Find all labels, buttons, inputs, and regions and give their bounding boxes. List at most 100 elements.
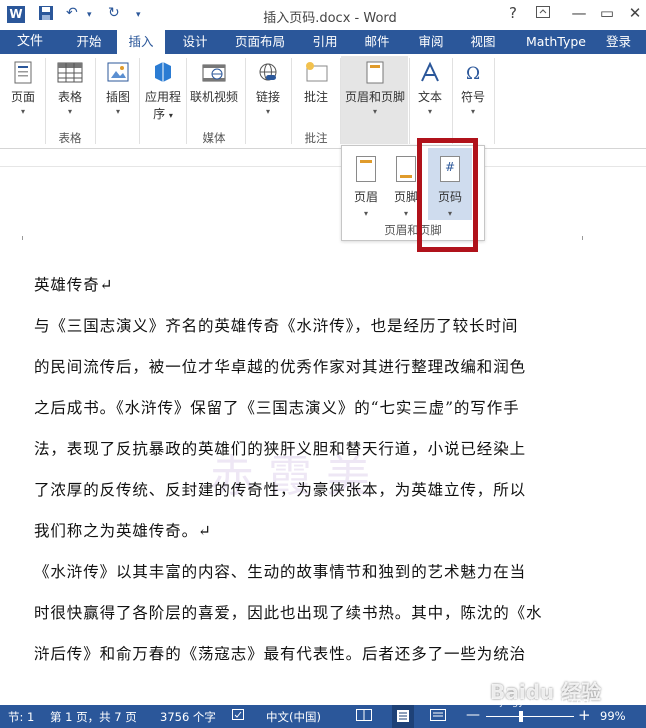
tab-page-layout[interactable]: 页面布局 <box>224 30 296 54</box>
save-icon[interactable] <box>38 5 54 25</box>
comment-icon <box>303 60 329 84</box>
illustrations-button[interactable]: 插图 ▾ <box>100 56 136 116</box>
chevron-down-icon: ▾ <box>363 209 368 218</box>
text-icon <box>417 60 443 84</box>
online-video-button[interactable]: 联机视频 <box>188 56 240 105</box>
close-button[interactable]: ✕ <box>624 4 646 22</box>
group-label-media: 媒体 <box>202 131 226 145</box>
section-indicator[interactable]: 节: 1 <box>8 709 34 725</box>
header-icon <box>356 156 376 182</box>
undo-icon[interactable]: ↶ <box>66 5 78 21</box>
minimize-button[interactable]: — <box>568 4 590 22</box>
comment-button[interactable]: 批注 <box>296 56 336 105</box>
web-layout-icon[interactable] <box>430 709 446 725</box>
online-video-label: 联机视频 <box>189 90 238 104</box>
header-button[interactable]: 页眉 ▾ <box>346 156 386 219</box>
doc-paragraph-line[interactable]: 时很快赢得了各阶层的喜爱，因此也出现了续书热。其中，陈沈的《水 <box>34 601 542 623</box>
chevron-down-icon: ▾ <box>20 107 25 116</box>
symbols-label: 符号 <box>460 90 485 104</box>
divider <box>245 58 246 144</box>
read-mode-icon[interactable] <box>356 709 372 725</box>
undo-dropdown-icon[interactable]: ▾ <box>87 10 92 20</box>
sign-in-link[interactable]: 登录 <box>606 30 646 54</box>
doc-paragraph-line[interactable]: 与《三国志演义》齐名的英雄传奇《水浒传》，也是经历了较长时间 <box>34 314 518 336</box>
zoom-slider-track[interactable] <box>486 716 574 717</box>
chevron-down-icon: ▾ <box>372 107 377 116</box>
footer-label: 页脚 <box>393 190 418 204</box>
word-app-icon[interactable]: W <box>7 6 25 23</box>
page-indicator[interactable]: 第 1 页，共 7 页 <box>50 709 137 725</box>
chevron-down-icon: ▾ <box>115 107 120 116</box>
comment-label: 批注 <box>303 90 328 104</box>
ribbon: 页面 ▾ 表格 ▾ 表格 插图 ▾ 应用程 序 ▾ 联机视频 媒体 链接 ▾ 批… <box>0 54 646 149</box>
zoom-in-button[interactable]: + <box>578 706 591 724</box>
chevron-down-icon: ▾ <box>168 111 173 120</box>
online-video-icon <box>201 60 227 84</box>
tab-references[interactable]: 引用 <box>302 30 348 54</box>
doc-paragraph-line[interactable]: 我们称之为英雄传奇。↵ <box>34 519 212 541</box>
tab-view[interactable]: 视图 <box>460 30 506 54</box>
ribbon-display-options-button[interactable] <box>532 4 554 22</box>
divider <box>45 58 46 144</box>
zoom-out-button[interactable]: — <box>466 707 480 723</box>
print-layout-icon[interactable] <box>392 705 414 728</box>
omega-icon: Ω <box>460 60 486 84</box>
divider <box>409 58 410 144</box>
doc-paragraph-line[interactable]: 英雄传奇↵ <box>34 273 114 295</box>
links-label: 链接 <box>255 90 280 104</box>
redo-icon[interactable]: ↻ <box>108 5 120 21</box>
tab-design[interactable]: 设计 <box>171 30 219 54</box>
tab-insert[interactable]: 插入 <box>117 30 165 54</box>
divider <box>494 58 495 144</box>
group-label-table: 表格 <box>58 131 82 145</box>
table-label: 表格 <box>57 90 82 104</box>
doc-paragraph-line[interactable]: 法，表现了反抗暴政的英雄们的狭肝义胆和替天行道，小说已经染上 <box>34 437 526 459</box>
pages-button[interactable]: 页面 ▾ <box>4 56 42 116</box>
window-title: 插入页码.docx - Word <box>263 11 397 26</box>
table-button[interactable]: 表格 ▾ <box>50 56 90 116</box>
symbols-button[interactable]: Ω 符号 ▾ <box>455 56 491 116</box>
language-indicator[interactable]: 中文(中国) <box>266 709 321 725</box>
tab-review[interactable]: 审阅 <box>408 30 454 54</box>
group-label-comment: 批注 <box>304 131 328 145</box>
chevron-down-icon: ▾ <box>427 107 432 116</box>
doc-paragraph-line[interactable]: 之后成书。《水浒传》保留了《三国志演义》的“七实三虚”的写作手 <box>34 396 520 418</box>
doc-paragraph-line[interactable]: 浒后传》和俞万春的《荡寇志》最有代表性。后者还多了一些为统治 <box>34 642 526 664</box>
divider <box>291 58 292 144</box>
divider <box>340 58 341 144</box>
word-count[interactable]: 3756 个字 <box>160 709 216 725</box>
tab-mailings[interactable]: 邮件 <box>354 30 400 54</box>
chevron-down-icon: ▾ <box>470 107 475 116</box>
doc-paragraph-line[interactable]: 了浓厚的反传统、反封建的传奇性，为豪侠张本，为英雄立传，所以 <box>34 478 526 500</box>
header-footer-icon <box>362 60 388 84</box>
tab-home[interactable]: 开始 <box>66 30 112 54</box>
proofing-icon[interactable] <box>232 709 246 725</box>
header-label: 页眉 <box>353 190 378 204</box>
baidu-url: jingyan.baidu.com <box>500 697 593 708</box>
apps-icon <box>150 60 176 84</box>
illustrations-icon <box>105 60 131 84</box>
footer-icon <box>396 156 416 182</box>
ribbon-tabs: 文件 开始 插入 设计 页面布局 引用 邮件 审阅 视图 MathType 登录 <box>0 30 646 54</box>
tab-mathtype[interactable]: MathType <box>514 30 598 54</box>
divider <box>186 58 187 144</box>
zoom-level[interactable]: 99% <box>600 709 626 723</box>
apps-button[interactable]: 应用程 序 ▾ <box>142 56 184 122</box>
title-bar: W ↶ ▾ ↻ ▾ 插入页码.docx - Word ? — ▭ ✕ <box>0 0 646 30</box>
restore-button[interactable]: ▭ <box>596 4 618 22</box>
divider <box>95 58 96 144</box>
customize-qat-icon[interactable]: ▾ <box>136 10 141 20</box>
pages-label: 页面 <box>10 90 35 104</box>
apps-label-line1: 应用程 <box>144 90 181 104</box>
links-button[interactable]: 链接 ▾ <box>250 56 286 116</box>
help-button[interactable]: ? <box>502 4 524 22</box>
tab-file[interactable]: 文件 <box>0 30 60 54</box>
svg-text:Ω: Ω <box>466 64 480 84</box>
link-icon <box>255 60 281 84</box>
zoom-slider-thumb[interactable] <box>519 711 523 722</box>
header-footer-button[interactable]: 页眉和页脚 ▾ <box>342 56 408 116</box>
text-button[interactable]: 文本 ▾ <box>412 56 448 116</box>
doc-paragraph-line[interactable]: 《水浒传》以其丰富的内容、生动的故事情节和独到的艺术魅力在当 <box>34 560 526 582</box>
doc-paragraph-line[interactable]: 的民间流传后，被一位才华卓越的优秀作家对其进行整理改编和润色 <box>34 355 526 377</box>
page-number-highlight <box>417 138 478 252</box>
